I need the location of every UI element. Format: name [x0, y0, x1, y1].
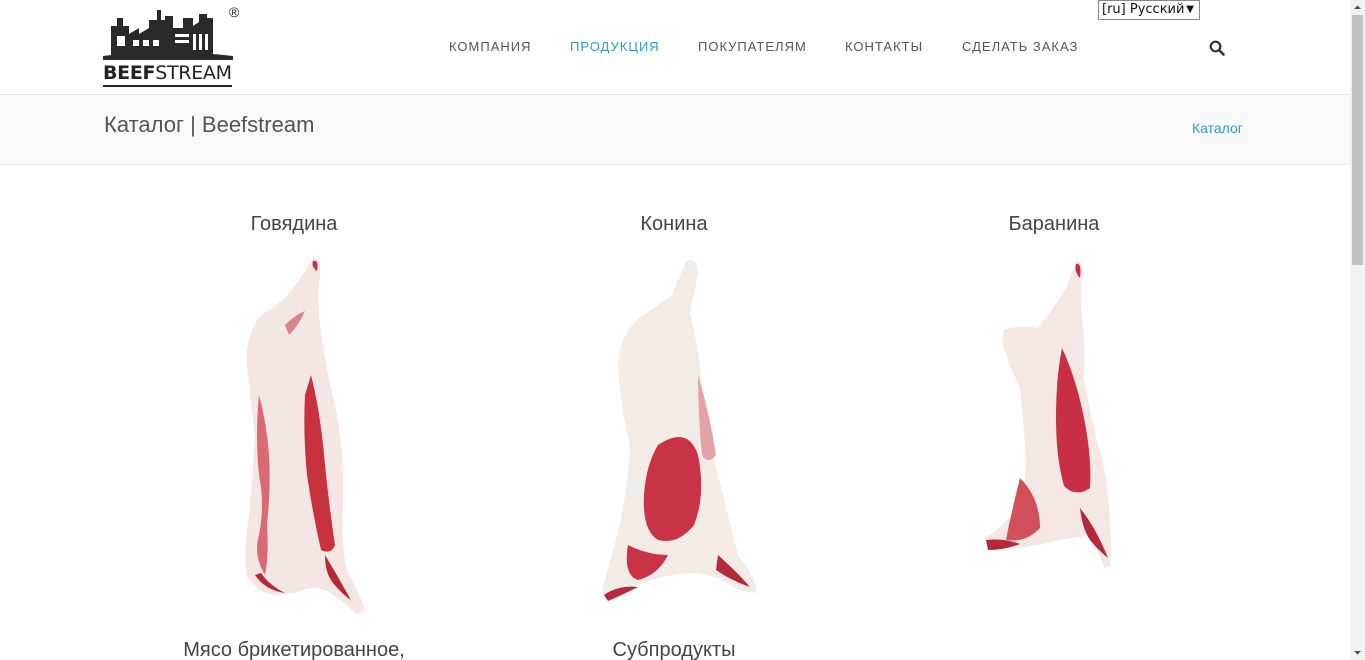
- nav-item-order[interactable]: СДЕЛАТЬ ЗАКАЗ: [962, 39, 1078, 54]
- nav-item-contacts[interactable]: КОНТАКТЫ: [845, 39, 923, 54]
- factory-icon: [103, 10, 233, 60]
- scrollbar-thumb[interactable]: [1352, 15, 1363, 265]
- language-select-value: [ru] Русский: [1102, 2, 1185, 17]
- breadcrumb-catalog[interactable]: Каталог: [1192, 120, 1243, 136]
- nav-item-products[interactable]: ПРОДУКЦИЯ: [570, 39, 660, 54]
- catalog-item-title[interactable]: Баранина: [904, 213, 1204, 236]
- horse-carcass-image[interactable]: [598, 255, 763, 605]
- scroll-up-arrow-icon[interactable]: [1350, 0, 1365, 15]
- scroll-down-arrow-icon[interactable]: [1350, 645, 1365, 660]
- nav-item-company[interactable]: КОМПАНИЯ: [449, 39, 532, 54]
- catalog-item-title[interactable]: Конина: [524, 213, 824, 236]
- logo-wordmark: BEEFSTREAM: [103, 62, 232, 84]
- page-title-bar: Каталог | Beefstream Каталог: [0, 95, 1350, 165]
- language-select[interactable]: [ru] Русский ▼: [1098, 0, 1200, 20]
- logo-underline: [103, 85, 232, 87]
- search-icon[interactable]: [1209, 40, 1225, 56]
- registered-mark: ®: [229, 4, 240, 20]
- catalog-item-title[interactable]: Мясо брикетированное,: [144, 639, 444, 660]
- catalog-item-title[interactable]: Говядина: [144, 213, 444, 236]
- catalog-item-title[interactable]: Субпродукты: [524, 639, 824, 660]
- dropdown-arrow-icon: ▼: [1186, 4, 1194, 15]
- nav-item-buyers[interactable]: ПОКУПАТЕЛЯМ: [698, 39, 807, 54]
- beefstream-logo[interactable]: BEEFSTREAM ®: [103, 4, 243, 88]
- vertical-scrollbar[interactable]: [1350, 0, 1365, 660]
- site-header: BEEFSTREAM ® КОМПАНИЯ ПРОДУКЦИЯ ПОКУПАТЕ…: [0, 0, 1350, 95]
- page-title: Каталог | Beefstream: [104, 112, 315, 137]
- beef-carcass-image[interactable]: [225, 255, 375, 620]
- lamb-carcass-image[interactable]: [980, 258, 1115, 573]
